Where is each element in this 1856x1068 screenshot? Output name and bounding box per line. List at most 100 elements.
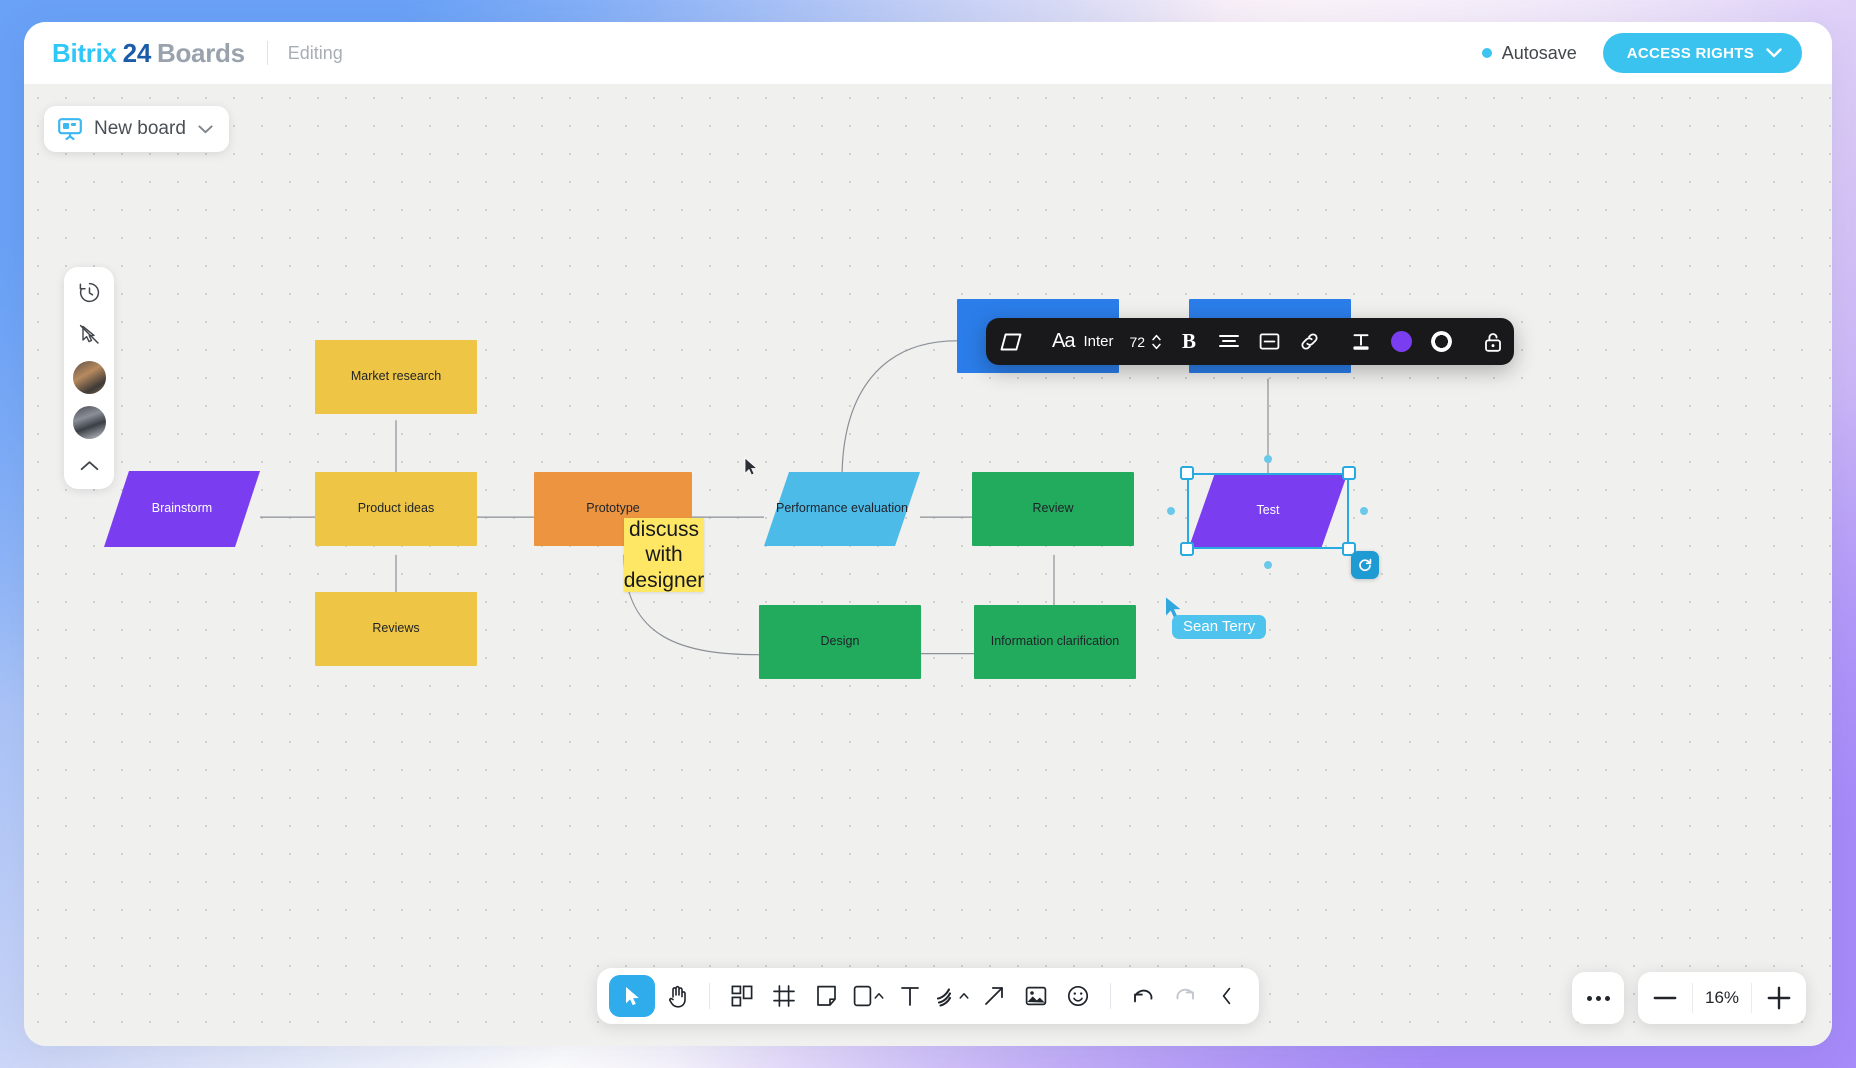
logo-bitrix: Bitrix	[52, 38, 117, 69]
sticky-note-icon	[816, 985, 837, 1007]
node-label: Information clarification	[983, 634, 1128, 650]
chevron-left-icon	[1221, 986, 1233, 1006]
align-center-icon	[1218, 333, 1240, 351]
zoom-in-button[interactable]	[1752, 972, 1806, 1024]
font-size-stepper[interactable]: 72	[1123, 323, 1168, 361]
pen-tool[interactable]	[932, 975, 972, 1017]
connection-dot-left[interactable]	[1167, 507, 1175, 515]
format-toolbar: Aa Inter 72 B	[986, 318, 1514, 365]
cursor-select-icon	[622, 985, 642, 1007]
hand-tool[interactable]	[657, 975, 697, 1017]
node-product-ideas[interactable]: Product ideas	[315, 472, 477, 546]
connection-dot-bottom[interactable]	[1264, 561, 1272, 569]
node-label: Test	[1249, 503, 1288, 519]
board-canvas[interactable]: Brainstorm Market research Product ideas…	[24, 84, 1832, 1046]
font-icon-label: Aa	[1052, 330, 1074, 353]
node-label: Performance evaluation	[768, 501, 916, 517]
fill-color-swatch	[1391, 331, 1412, 352]
zoom-level-value[interactable]: 16%	[1692, 983, 1752, 1013]
frame-tool[interactable]	[764, 975, 804, 1017]
stepper-arrows-icon	[1151, 332, 1162, 352]
node-label: Reviews	[364, 621, 427, 637]
node-label: Product ideas	[350, 501, 442, 517]
mouse-pointer	[744, 457, 758, 482]
opacity-button[interactable]	[1422, 323, 1460, 361]
sticky-note[interactable]: discuss with designer	[624, 518, 704, 592]
opacity-donut-icon	[1431, 331, 1452, 352]
connection-dot-top[interactable]	[1264, 455, 1272, 463]
node-performance-evaluation[interactable]: Performance evaluation	[764, 472, 920, 546]
font-family-select[interactable]: Aa Inter	[1044, 323, 1121, 361]
toolbar-divider	[709, 983, 710, 1009]
cursor-off-icon[interactable]	[73, 319, 105, 349]
node-reviews[interactable]: Reviews	[315, 592, 477, 666]
minus-icon	[1653, 996, 1677, 1000]
connection-dot-right[interactable]	[1360, 507, 1368, 515]
image-tool[interactable]	[1016, 975, 1056, 1017]
font-family-value: Inter	[1083, 333, 1113, 350]
node-review[interactable]: Review	[972, 472, 1134, 546]
node-label: Design	[813, 634, 868, 650]
sticky-note-text: discuss with designer	[624, 517, 705, 593]
hand-icon	[666, 985, 688, 1008]
font-size-value: 72	[1129, 334, 1145, 350]
resize-handle-top-right[interactable]	[1342, 466, 1356, 480]
text-color-button[interactable]	[1342, 323, 1380, 361]
cursor-off-glyph	[79, 324, 100, 345]
chevron-up-glyph	[80, 460, 99, 472]
more-options-button[interactable]	[1572, 972, 1624, 1024]
node-information-clarification[interactable]: Information clarification	[974, 605, 1136, 679]
history-icon[interactable]	[73, 277, 105, 307]
collapse-toolbar-button[interactable]	[1207, 975, 1247, 1017]
arrow-tool[interactable]	[974, 975, 1014, 1017]
history-glyph	[79, 282, 100, 303]
new-board-button[interactable]: New board	[44, 106, 229, 152]
logo-24: 24	[123, 38, 151, 69]
template-tool[interactable]	[722, 975, 762, 1017]
frame-icon	[773, 985, 795, 1007]
link-icon	[1299, 331, 1320, 352]
access-rights-label: ACCESS RIGHTS	[1627, 45, 1754, 62]
node-brainstorm[interactable]: Brainstorm	[104, 471, 260, 547]
avatar-user-2[interactable]	[73, 406, 106, 439]
app-window: Bitrix24 Boards Editing Autosave ACCESS …	[24, 22, 1832, 1046]
shape-style-button[interactable]	[992, 323, 1030, 361]
undo-button[interactable]	[1123, 975, 1163, 1017]
node-design[interactable]: Design	[759, 605, 921, 679]
link-button[interactable]	[1290, 323, 1328, 361]
autosave-indicator: Autosave	[1482, 43, 1577, 64]
new-board-label: New board	[94, 118, 186, 140]
shape-tool[interactable]	[848, 975, 888, 1017]
layout-template-icon	[731, 985, 753, 1007]
bold-button[interactable]: B	[1170, 323, 1208, 361]
node-label: Brainstorm	[144, 501, 220, 517]
zoom-controls: 16%	[1572, 972, 1806, 1024]
fill-color-button[interactable]	[1382, 323, 1420, 361]
sticky-note-tool[interactable]	[806, 975, 846, 1017]
select-tool[interactable]	[609, 975, 655, 1017]
emoji-tool[interactable]	[1058, 975, 1098, 1017]
border-style-button[interactable]	[1250, 323, 1288, 361]
collaborator-name-badge: Sean Terry	[1172, 615, 1266, 639]
lock-button[interactable]	[1474, 323, 1512, 361]
autosave-dot-icon	[1482, 48, 1492, 58]
chevron-down-icon	[1766, 48, 1782, 58]
zoom-control-group: 16%	[1638, 972, 1806, 1024]
app-header: Bitrix24 Boards Editing Autosave ACCESS …	[24, 22, 1832, 84]
text-tool[interactable]	[890, 975, 930, 1017]
align-button[interactable]	[1210, 323, 1248, 361]
dot-3	[1605, 996, 1610, 1001]
access-rights-button[interactable]: ACCESS RIGHTS	[1603, 33, 1802, 73]
bitrix24-logo[interactable]: Bitrix24 Boards	[52, 38, 245, 69]
plus-icon	[1767, 986, 1791, 1010]
rotate-button[interactable]	[1351, 551, 1379, 579]
collapse-chevron-icon[interactable]	[73, 451, 105, 481]
zoom-out-button[interactable]	[1638, 972, 1692, 1024]
node-market-research[interactable]: Market research	[315, 340, 477, 414]
avatar-user-1[interactable]	[73, 361, 106, 394]
redo-button[interactable]	[1165, 975, 1205, 1017]
autosave-label: Autosave	[1502, 43, 1577, 64]
resize-handle-top-left[interactable]	[1180, 466, 1194, 480]
node-label: Review	[1025, 501, 1082, 517]
resize-handle-bottom-left[interactable]	[1180, 542, 1194, 556]
